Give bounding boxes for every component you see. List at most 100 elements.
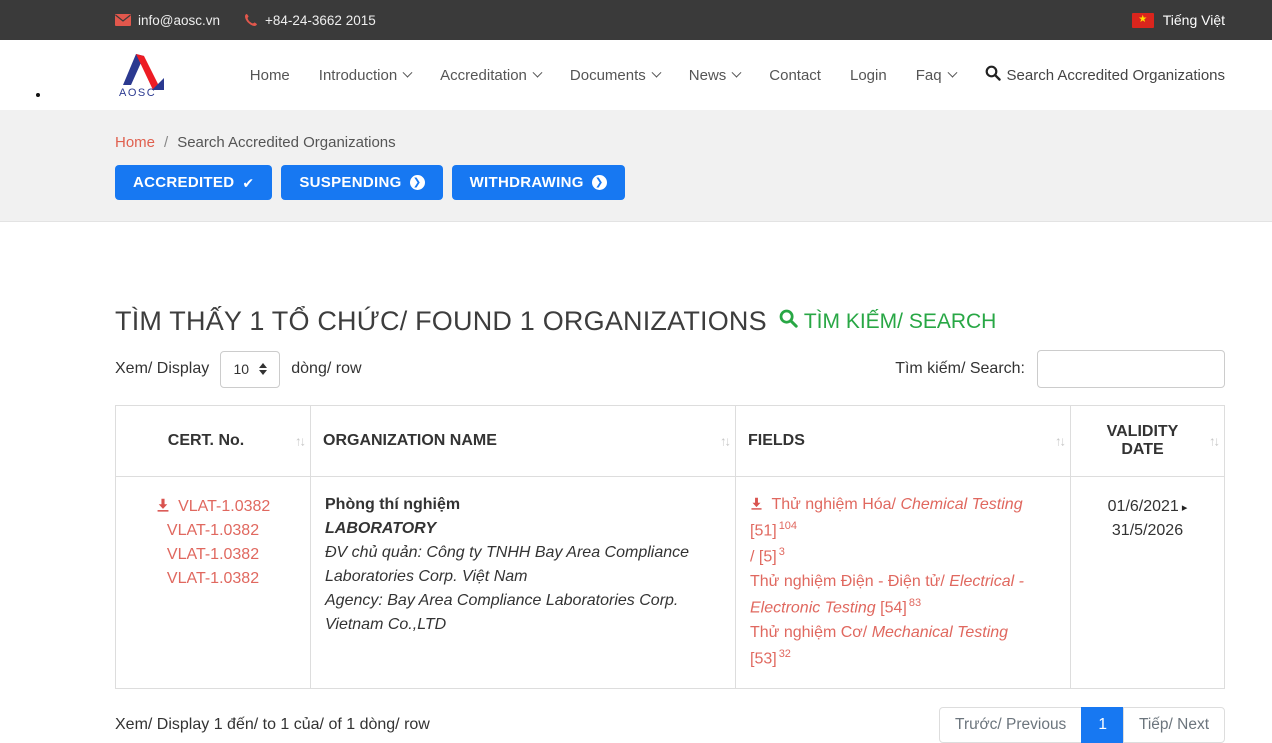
breadcrumb-section: Home / Search Accredited Organizations A…	[0, 110, 1272, 222]
cert-number-text: VLAT-1.0382	[167, 546, 259, 563]
cert-number-link[interactable]: VLAT-1.0382	[130, 519, 296, 543]
stray-dot	[36, 93, 40, 97]
arrow-circle-right-icon: ❯	[592, 175, 607, 190]
phone-link[interactable]: +84-24-3662 2015	[244, 13, 376, 28]
nav-item[interactable]: News	[689, 67, 741, 84]
field-count: 32	[779, 648, 791, 660]
field-count: 83	[909, 597, 921, 609]
breadcrumb-separator: /	[164, 134, 168, 151]
sort-icon[interactable]: ↑↓	[1055, 434, 1064, 449]
email-link[interactable]: info@aosc.vn	[115, 13, 220, 28]
breadcrumb-home-link[interactable]: Home	[115, 134, 155, 151]
field-code: [54]	[880, 599, 907, 616]
aosc-logo[interactable]: AOSC	[115, 48, 169, 103]
column-header-cert[interactable]: CERT. No. ↑↓	[116, 406, 310, 476]
field-name-en: Mechanical Testing	[872, 624, 1008, 641]
nav-item-label: Login	[850, 67, 887, 84]
field-code: [53]	[750, 650, 777, 667]
nav-item[interactable]: Home	[250, 67, 290, 84]
table-header-row: CERT. No. ↑↓ ORGANIZATION NAME ↑↓ FIELDS…	[116, 406, 1224, 477]
triangle-right-icon: ▸	[1182, 502, 1188, 514]
cert-number-link[interactable]: VLAT-1.0382	[130, 495, 296, 519]
filter-button-label: SUSPENDING	[299, 174, 401, 191]
rows-per-page-value: 10	[233, 361, 249, 377]
vietnam-flag-icon: ★	[1132, 13, 1154, 28]
sort-icon[interactable]: ↑↓	[1209, 434, 1218, 449]
nav-item[interactable]: Contact	[769, 67, 821, 84]
nav-item[interactable]: Accreditation	[440, 67, 541, 84]
column-header-validity[interactable]: VALIDITY DATE ↑↓	[1070, 406, 1224, 476]
table-info-text: Xem/ Display 1 đến/ to 1 của/ of 1 dòng/…	[115, 716, 430, 734]
field-link[interactable]: / [5]3	[750, 544, 1052, 570]
field-name-en: Chemical Testing	[900, 496, 1022, 513]
breadcrumb-current: Search Accredited Organizations	[177, 134, 395, 151]
nav-item-label: Accreditation	[440, 67, 527, 84]
field-name-vi: /	[750, 548, 754, 565]
nav-items: Home Introduction Accreditation	[250, 67, 956, 84]
validity-cell: 01/6/2021▸ 31/5/2026	[1070, 477, 1224, 688]
chevron-down-icon	[651, 67, 661, 77]
org-parent-line: ĐV chủ quản: Công ty TNHH Bay Area Compl…	[325, 541, 721, 589]
chevron-down-icon	[532, 67, 542, 77]
filter-button[interactable]: SUSPENDING ❯	[281, 165, 442, 200]
cert-number-link[interactable]: VLAT-1.0382	[130, 567, 296, 591]
field-code: [5]	[759, 548, 777, 565]
sort-icon[interactable]: ↑↓	[720, 434, 729, 449]
filter-button[interactable]: WITHDRAWING ❯	[452, 165, 625, 200]
cert-number-link[interactable]: VLAT-1.0382	[130, 543, 296, 567]
download-icon	[750, 497, 767, 514]
pagination-next[interactable]: Tiếp/ Next	[1123, 707, 1225, 743]
nav-item[interactable]: Documents	[570, 67, 660, 84]
field-count: 3	[779, 546, 785, 558]
cert-cell: VLAT-1.0382 VLAT-1.0382 VLAT-1.0382	[116, 477, 310, 688]
validity-to: 31/5/2026	[1085, 519, 1210, 543]
field-name-vi: Thử nghiệm Hóa/	[771, 496, 896, 513]
nav-item[interactable]: Faq	[916, 67, 956, 84]
pagination: Trước/ Previous 1 Tiếp/ Next	[939, 707, 1225, 743]
filter-button-label: WITHDRAWING	[470, 174, 584, 191]
nav-item[interactable]: Introduction	[319, 67, 411, 84]
search-icon-green	[779, 309, 798, 334]
field-name-vi: Thử nghiệm Điện - Điện tử/	[750, 573, 945, 590]
field-link[interactable]: Thử nghiệm Điện - Điện tử/ Electrical - …	[750, 570, 1052, 621]
pagination-page-1[interactable]: 1	[1081, 707, 1124, 743]
filter-button-label: ACCREDITED	[133, 174, 234, 191]
field-code: [51]	[750, 522, 777, 539]
field-link[interactable]: Thử nghiệm Hóa/ Chemical Testing [51]104	[750, 493, 1052, 544]
nav-search-label: Search Accredited Organizations	[1007, 67, 1225, 84]
chevron-down-icon	[732, 67, 742, 77]
svg-text:AOSC: AOSC	[119, 87, 156, 98]
fields-cell: Thử nghiệm Hóa/ Chemical Testing [51]104…	[735, 477, 1070, 688]
rows-per-page-select[interactable]: 10	[220, 351, 280, 388]
results-table: CERT. No. ↑↓ ORGANIZATION NAME ↑↓ FIELDS…	[115, 405, 1225, 689]
table-search-input[interactable]	[1037, 350, 1225, 388]
nav-item-label: Home	[250, 67, 290, 84]
search-toggle-link[interactable]: TÌM KIẾM/ SEARCH	[779, 309, 997, 334]
breadcrumb: Home / Search Accredited Organizations	[115, 134, 1225, 151]
field-name-vi: Thử nghiệm Cơ/	[750, 624, 867, 641]
language-switcher[interactable]: ★ Tiếng Việt	[1132, 12, 1225, 28]
nav-search-accredited[interactable]: Search Accredited Organizations	[985, 65, 1225, 85]
search-toggle-label: TÌM KIẾM/ SEARCH	[804, 310, 997, 334]
arrow-circle-right-icon: ❯	[410, 175, 425, 190]
nav-item-label: News	[689, 67, 727, 84]
column-header-fields[interactable]: FIELDS ↑↓	[735, 406, 1070, 476]
nav-item-label: Documents	[570, 67, 646, 84]
check-icon: ✔	[242, 176, 254, 190]
display-label: Xem/ Display	[115, 360, 209, 378]
nav-item[interactable]: Login	[850, 67, 887, 84]
top-bar: info@aosc.vn +84-24-3662 2015 ★ Tiếng Vi…	[0, 0, 1272, 40]
table-search-label: Tìm kiếm/ Search:	[895, 360, 1025, 378]
column-header-organization[interactable]: ORGANIZATION NAME ↑↓	[310, 406, 735, 476]
sort-icon[interactable]: ↑↓	[295, 434, 304, 449]
field-link[interactable]: Thử nghiệm Cơ/ Mechanical Testing [53]32	[750, 621, 1052, 672]
pagination-previous[interactable]: Trước/ Previous	[939, 707, 1082, 743]
select-arrows-icon	[259, 363, 267, 375]
phone-icon	[244, 13, 258, 27]
cert-number-text: VLAT-1.0382	[178, 498, 270, 515]
main-content: TÌM THẤY 1 TỔ CHỨC/ FOUND 1 ORGANIZATION…	[115, 222, 1225, 743]
filter-button[interactable]: ACCREDITED ✔	[115, 165, 272, 200]
org-name-en: LABORATORY	[325, 517, 721, 541]
rows-suffix-label: dòng/ row	[291, 360, 361, 378]
email-icon	[115, 14, 131, 26]
